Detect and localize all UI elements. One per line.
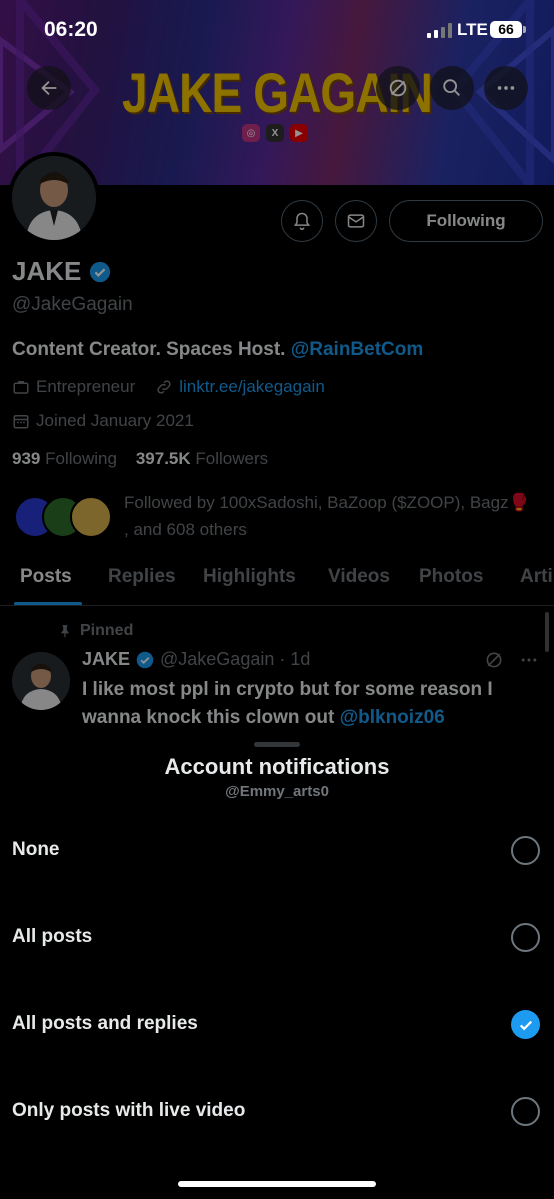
checkmark-icon — [519, 1020, 532, 1030]
radio-unchecked[interactable] — [511, 923, 540, 952]
radio-unchecked[interactable] — [511, 1097, 540, 1126]
radio-unchecked[interactable] — [511, 836, 540, 865]
radio-checked[interactable] — [511, 1010, 540, 1039]
option-label: All posts — [12, 926, 93, 947]
option-label: None — [12, 839, 60, 860]
status-time: 06:20 — [44, 18, 98, 41]
network-label: LTE — [457, 20, 488, 39]
account-notifications-sheet: Account notifications @Emmy_arts0 None A… — [0, 733, 554, 1199]
sheet-title: Account notifications — [164, 754, 390, 779]
option-label: All posts and replies — [12, 1013, 198, 1034]
option-only-live-video[interactable]: Only posts with live video — [0, 1082, 554, 1142]
home-indicator[interactable] — [178, 1181, 376, 1187]
option-none[interactable]: None — [0, 821, 554, 881]
battery-icon: 66 — [490, 21, 526, 38]
option-all-posts-and-replies[interactable]: All posts and replies — [0, 995, 554, 1055]
signal-icon — [427, 23, 453, 38]
option-all-posts[interactable]: All posts — [0, 908, 554, 968]
option-label: Only posts with live video — [12, 1100, 246, 1121]
sheet-grabber[interactable] — [254, 742, 300, 747]
status-bar: 06:20 LTE 66 — [0, 0, 554, 60]
sheet-subtitle: @Emmy_arts0 — [225, 783, 329, 800]
